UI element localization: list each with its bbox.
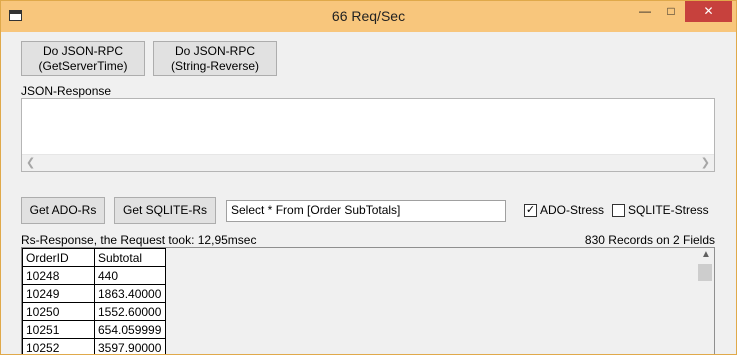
sqlite-stress-checkbox[interactable]: SQLITE-Stress: [612, 203, 709, 217]
column-header[interactable]: Subtotal: [94, 248, 166, 267]
cell-orderid[interactable]: 10248: [22, 266, 95, 285]
table-row[interactable]: 10250 1552.60000: [22, 302, 166, 321]
cell-subtotal[interactable]: 654.059999: [94, 320, 166, 339]
title-bar[interactable]: 66 Req/Sec — □ ✕: [1, 1, 736, 32]
vertical-scrollbar[interactable]: ▲: [697, 248, 714, 354]
ado-stress-checkbox[interactable]: ✓ ADO-Stress: [524, 203, 604, 217]
json-response-label: JSON-Response: [21, 84, 112, 98]
cell-subtotal[interactable]: 3597.90000: [94, 338, 166, 354]
unchecked-box-icon[interactable]: [612, 203, 625, 217]
scroll-left-icon[interactable]: ❮: [26, 156, 35, 169]
button-label-line1: Do JSON-RPC: [174, 44, 255, 58]
scroll-up-icon[interactable]: ▲: [701, 249, 711, 260]
table-row[interactable]: 10252 3597.90000: [22, 338, 166, 354]
cell-orderid[interactable]: 10249: [22, 284, 95, 303]
header-row: OrderID Subtotal: [22, 248, 166, 267]
app-window: 66 Req/Sec — □ ✕ Do JSON-RPC (GetServerT…: [0, 0, 737, 355]
ado-stress-label: ADO-Stress: [540, 203, 605, 217]
get-ado-rs-button[interactable]: Get ADO-Rs: [21, 197, 105, 224]
table-row[interactable]: 10251 654.059999: [22, 320, 166, 339]
cell-subtotal[interactable]: 440: [94, 266, 166, 285]
data-table: OrderID Subtotal 10248 440 10249 1863.40…: [22, 248, 166, 354]
cell-orderid[interactable]: 10250: [22, 302, 95, 321]
json-response-textarea[interactable]: ❮ ❯: [21, 98, 715, 172]
recordset-grid[interactable]: OrderID Subtotal 10248 440 10249 1863.40…: [21, 247, 715, 354]
sql-query-input[interactable]: Select * From [Order SubTotals]: [226, 200, 506, 222]
button-label-line1: Do JSON-RPC: [42, 44, 123, 58]
scroll-thumb[interactable]: [698, 264, 712, 281]
json-rpc-servertime-button[interactable]: Do JSON-RPC (GetServerTime): [21, 41, 145, 76]
maximize-icon[interactable]: □: [658, 1, 684, 22]
cell-subtotal[interactable]: 1552.60000: [94, 302, 166, 321]
scroll-right-icon[interactable]: ❯: [701, 156, 710, 169]
button-label-line2: (String-Reverse): [170, 59, 260, 73]
rs-response-label: Rs-Response, the Request took: 12,95msec: [21, 233, 257, 247]
cell-orderid[interactable]: 10251: [22, 320, 95, 339]
cell-subtotal[interactable]: 1863.40000: [94, 284, 166, 303]
button-label-line2: (GetServerTime): [38, 59, 128, 73]
json-rpc-stringreverse-button[interactable]: Do JSON-RPC (String-Reverse): [153, 41, 277, 76]
checkmark-icon[interactable]: ✓: [524, 203, 537, 217]
table-row[interactable]: 10248 440: [22, 266, 166, 285]
cell-orderid[interactable]: 10252: [22, 338, 95, 354]
sqlite-stress-label: SQLITE-Stress: [628, 203, 709, 217]
horizontal-scrollbar[interactable]: ❮ ❯: [22, 154, 714, 171]
get-sqlite-rs-button[interactable]: Get SQLITE-Rs: [114, 197, 216, 224]
minimize-icon[interactable]: —: [632, 1, 658, 22]
records-summary: 830 Records on 2 Fields: [584, 233, 715, 247]
table-row[interactable]: 10249 1863.40000: [22, 284, 166, 303]
client-area: Do JSON-RPC (GetServerTime) Do JSON-RPC …: [8, 32, 730, 354]
column-header[interactable]: OrderID: [22, 248, 95, 267]
close-icon[interactable]: ✕: [685, 1, 732, 22]
window-title: 66 Req/Sec: [331, 8, 406, 24]
